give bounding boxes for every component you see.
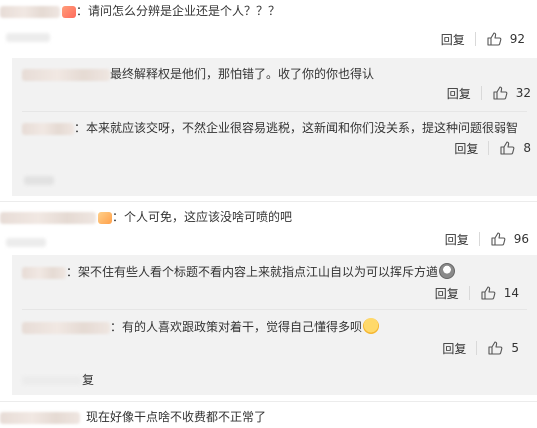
user-badge-icon bbox=[62, 5, 76, 18]
reply-text: ：有的人喜欢跟政策对着干，觉得自己懂得多呗 bbox=[110, 320, 363, 334]
timestamp-blurred bbox=[6, 33, 50, 42]
user-badge-icon bbox=[98, 211, 112, 224]
reply-button[interactable]: 回复 bbox=[454, 140, 478, 157]
like-count: 14 bbox=[503, 286, 519, 300]
action-divider bbox=[476, 341, 478, 355]
comment-2-replies: ：架不住有些人看个标题不看内容上来就指点江山自以为可以挥斥方遒 回复 14 ：有… bbox=[12, 255, 537, 395]
like-count: 8 bbox=[523, 141, 531, 155]
comment-1-actions: 回复 92 bbox=[441, 31, 525, 47]
reply-button[interactable]: 回复 bbox=[441, 31, 465, 48]
thumbs-up-icon[interactable] bbox=[492, 85, 508, 101]
reply-1-2-actions: 回复 8 bbox=[454, 140, 531, 156]
reply-button[interactable]: 回复 bbox=[435, 285, 459, 302]
reply-divider bbox=[22, 309, 527, 310]
like-count: 5 bbox=[511, 341, 519, 355]
action-divider bbox=[474, 32, 476, 46]
reply-2-2-actions: 回复 5 bbox=[442, 340, 519, 356]
reply-button[interactable]: 回复 bbox=[447, 85, 471, 102]
action-divider bbox=[488, 141, 490, 155]
username-blurred[interactable] bbox=[0, 411, 80, 424]
username-blurred[interactable] bbox=[0, 211, 96, 224]
username-blurred[interactable] bbox=[0, 5, 60, 18]
reply-1-1-actions: 回复 32 bbox=[447, 85, 531, 101]
thumbs-up-icon[interactable] bbox=[487, 340, 503, 356]
username-blurred[interactable] bbox=[22, 321, 110, 334]
timestamp-blurred bbox=[6, 238, 46, 247]
comment-2-text: ：个人可免，这应该没啥可喷的吧 bbox=[112, 210, 293, 224]
action-divider bbox=[478, 232, 480, 246]
more-replies-link[interactable]: 复 bbox=[22, 372, 94, 388]
reply-divider bbox=[22, 111, 527, 112]
thumbs-up-icon[interactable] bbox=[499, 140, 515, 156]
reply-button[interactable]: 回复 bbox=[445, 231, 469, 248]
reply-2-1-body: ：架不住有些人看个标题不看内容上来就指点江山自以为可以挥斥方遒 bbox=[22, 263, 456, 280]
reply-2-1-actions: 回复 14 bbox=[435, 285, 519, 301]
reply-text: ：架不住有些人看个标题不看内容上来就指点江山自以为可以挥斥方遒 bbox=[66, 265, 439, 279]
comment-3-body: 现在好像干点啥不收费都不正常了 bbox=[0, 409, 266, 425]
like-count: 92 bbox=[509, 32, 525, 46]
thumbs-up-icon[interactable] bbox=[486, 31, 502, 47]
reply-1-1-body: 最终解释权是他们，那怕错了。收了你的你也得认 bbox=[22, 66, 374, 82]
username-blurred[interactable] bbox=[22, 68, 110, 81]
thumbs-up-icon[interactable] bbox=[480, 285, 496, 301]
like-count: 32 bbox=[515, 86, 531, 100]
thumbs-up-icon[interactable] bbox=[490, 231, 506, 247]
reply-text: ：本来就应该交呀，不然企业很容易逃税，这新闻和你们没关系，提这种问题很弱智 bbox=[74, 121, 519, 135]
username-blurred[interactable] bbox=[22, 122, 74, 135]
comment-3-text: 现在好像干点啥不收费都不正常了 bbox=[86, 410, 267, 424]
smile-emoji-icon bbox=[363, 318, 380, 334]
laugh-emoji-icon bbox=[439, 263, 456, 279]
comment-2-body: ：个人可免，这应该没啥可喷的吧 bbox=[0, 209, 292, 225]
comment-2-actions: 回复 96 bbox=[445, 231, 529, 247]
comment-1-body: ：请问怎么分辨是企业还是个人？？？ bbox=[0, 3, 280, 19]
action-divider bbox=[468, 286, 470, 300]
reply-1-2-body: ：本来就应该交呀，不然企业很容易逃税，这新闻和你们没关系，提这种问题很弱智 bbox=[22, 120, 518, 136]
reply-button[interactable]: 回复 bbox=[442, 340, 466, 357]
comment-divider bbox=[0, 201, 537, 202]
reply-2-2-body: ：有的人喜欢跟政策对着干，觉得自己懂得多呗 bbox=[22, 318, 380, 335]
action-divider bbox=[480, 86, 482, 100]
comment-divider bbox=[0, 401, 537, 402]
comment-1-replies: 最终解释权是他们，那怕错了。收了你的你也得认 回复 32 ：本来就应该交呀，不然… bbox=[12, 58, 537, 196]
more-replies-fragment: 复 bbox=[82, 373, 95, 387]
more-replies-blurred bbox=[22, 376, 82, 385]
more-replies-blurred bbox=[24, 176, 54, 185]
reply-text: 最终解释权是他们，那怕错了。收了你的你也得认 bbox=[110, 67, 375, 81]
username-blurred[interactable] bbox=[22, 266, 66, 279]
comment-1-text: ：请问怎么分辨是企业还是个人？？？ bbox=[76, 4, 281, 18]
like-count: 96 bbox=[513, 232, 529, 246]
